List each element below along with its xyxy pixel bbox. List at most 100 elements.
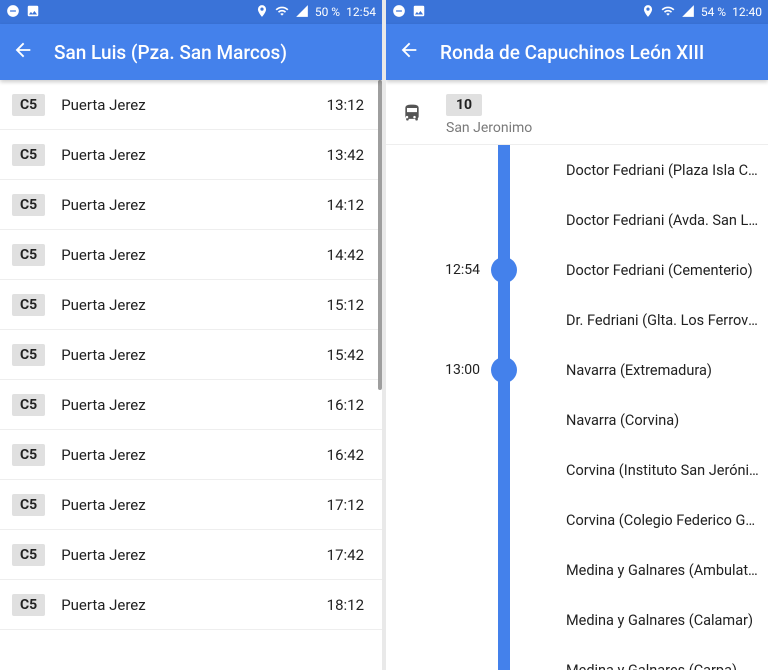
departure-time: 18:12 (327, 596, 364, 614)
departure-destination: Puerta Jerez (61, 446, 326, 464)
departure-destination: Puerta Jerez (61, 346, 326, 364)
departure-destination: Puerta Jerez (61, 196, 326, 214)
departure-time: 15:42 (327, 346, 364, 364)
departure-row[interactable]: C5 Puerta Jerez15:42 (0, 330, 382, 380)
stop-name: Doctor Fedriani (Plaza Isla Canela) (566, 162, 760, 179)
departure-time: 17:42 (327, 546, 364, 564)
route-info: 10 San Jeronimo (446, 94, 532, 136)
stop-time: 13:00 (386, 362, 486, 378)
departure-destination: Puerta Jerez (61, 396, 326, 414)
dnd-icon (6, 4, 20, 21)
stop-name: Corvina (Instituto San Jerónimo) (566, 462, 760, 479)
stop-row[interactable]: 13:00 Navarra (Extremadura) (386, 345, 768, 395)
route-header: 10 San Jeronimo (386, 80, 768, 145)
picture-icon (26, 4, 40, 21)
app-bar: San Luis (Pza. San Marcos) (0, 24, 382, 80)
departure-row[interactable]: C5 Puerta Jerez17:42 (0, 530, 382, 580)
stop-name: Corvina (Colegio Federico García Lorca) (566, 512, 760, 529)
departure-destination: Puerta Jerez (61, 146, 326, 164)
route-badge: C5 (12, 94, 45, 116)
stop-name: Navarra (Corvina) (566, 412, 760, 429)
route-badge: C5 (12, 244, 45, 266)
departures-list[interactable]: C5Puerta Jerez13:12C5Puerta Jerez13:42C5… (0, 80, 382, 670)
departure-time: 14:12 (327, 196, 364, 214)
route-badge: C5 (12, 544, 45, 566)
screen-departures: 50 % 12:54 San Luis (Pza. San Marcos) C5… (0, 0, 382, 670)
stop-row[interactable]: Corvina (Colegio Federico García Lorca) (386, 495, 768, 545)
route-badge: C5 (12, 144, 45, 166)
dnd-icon (392, 4, 406, 21)
departure-row[interactable]: C5 Puerta Jerez14:42 (0, 230, 382, 280)
departure-row[interactable]: C5 Puerta Jerez13:42 (0, 130, 382, 180)
departure-time: 17:12 (327, 496, 364, 514)
battery-text: 54 % (701, 5, 726, 19)
picture-icon (412, 4, 426, 21)
route-badge: C5 (12, 394, 45, 416)
departure-time: 16:12 (327, 396, 364, 414)
screen-route: 54 % 12:40 Ronda de Capuchinos León XIII… (386, 0, 768, 670)
departure-row[interactable]: C5 Puerta Jerez17:12 (0, 480, 382, 530)
route-badge: C5 (12, 494, 45, 516)
route-number-badge: 10 (446, 94, 482, 116)
departure-time: 13:42 (327, 146, 364, 164)
departure-destination: Puerta Jerez (61, 96, 326, 114)
signal-icon (295, 4, 309, 21)
departure-time: 14:42 (327, 246, 364, 264)
stop-node (491, 357, 517, 383)
stop-node (491, 257, 517, 283)
route-badge: C5 (12, 194, 45, 216)
departure-destination: Puerta Jerez (61, 496, 326, 514)
stop-row[interactable]: 12:54 Doctor Fedriani (Cementerio) (386, 245, 768, 295)
stops-list[interactable]: Doctor Fedriani (Plaza Isla Canela) Docto… (386, 145, 768, 670)
stop-row[interactable]: Doctor Fedriani (Avda. San Lázaro) (386, 195, 768, 245)
departure-row[interactable]: C5 Puerta Jerez16:42 (0, 430, 382, 480)
page-title: Ronda de Capuchinos León XIII (440, 41, 704, 64)
wifi-icon (275, 4, 289, 21)
scrollbar[interactable] (378, 80, 382, 390)
stop-row[interactable]: Medina y Galnares (Carpa) (386, 645, 768, 670)
departure-row[interactable]: C5 Puerta Jerez16:12 (0, 380, 382, 430)
stop-time: 12:54 (386, 262, 486, 278)
bus-icon (402, 103, 422, 127)
departure-destination: Puerta Jerez (61, 596, 326, 614)
signal-icon (681, 4, 695, 21)
route-badge: C5 (12, 594, 45, 616)
stop-name: Medina y Galnares (Carpa) (566, 662, 760, 670)
back-button[interactable] (398, 39, 420, 65)
stop-name: Medina y Galnares (Ambulatorio) (566, 562, 760, 579)
departure-time: 16:42 (327, 446, 364, 464)
wifi-icon (661, 4, 675, 21)
stop-row[interactable]: Corvina (Instituto San Jerónimo) (386, 445, 768, 495)
stop-name: Doctor Fedriani (Avda. San Lázaro) (566, 212, 760, 229)
status-bar: 54 % 12:40 (386, 0, 768, 24)
departure-row[interactable]: C5 Puerta Jerez13:12 (0, 80, 382, 130)
route-badge: C5 (12, 344, 45, 366)
stop-row[interactable]: Medina y Galnares (Ambulatorio) (386, 545, 768, 595)
route-badge: C5 (12, 294, 45, 316)
departure-row[interactable]: C5 Puerta Jerez14:12 (0, 180, 382, 230)
stop-row[interactable]: Doctor Fedriani (Plaza Isla Canela) (386, 145, 768, 195)
status-bar: 50 % 12:54 (0, 0, 382, 24)
stop-name: Navarra (Extremadura) (566, 362, 760, 379)
stop-row[interactable]: Dr. Fedriani (Glta. Los Ferroviarios) (386, 295, 768, 345)
route-badge: C5 (12, 444, 45, 466)
stop-name: Medina y Galnares (Calamar) (566, 612, 760, 629)
stop-row[interactable]: Medina y Galnares (Calamar) (386, 595, 768, 645)
departure-destination: Puerta Jerez (61, 546, 326, 564)
stop-row[interactable]: Navarra (Corvina) (386, 395, 768, 445)
departure-time: 13:12 (327, 96, 364, 114)
clock-text: 12:54 (346, 5, 376, 19)
departure-row[interactable]: C5 Puerta Jerez18:12 (0, 580, 382, 630)
app-bar: Ronda de Capuchinos León XIII (386, 24, 768, 80)
stop-name: Dr. Fedriani (Glta. Los Ferroviarios) (566, 312, 760, 329)
departure-destination: Puerta Jerez (61, 246, 326, 264)
location-icon (255, 4, 269, 21)
battery-text: 50 % (315, 5, 340, 19)
departure-destination: Puerta Jerez (61, 296, 326, 314)
back-button[interactable] (12, 39, 34, 65)
route-direction: San Jeronimo (446, 120, 532, 136)
stop-name: Doctor Fedriani (Cementerio) (566, 262, 760, 279)
page-title: San Luis (Pza. San Marcos) (54, 41, 287, 64)
departure-row[interactable]: C5Puerta Jerez15:12 (0, 280, 382, 330)
clock-text: 12:40 (732, 5, 762, 19)
